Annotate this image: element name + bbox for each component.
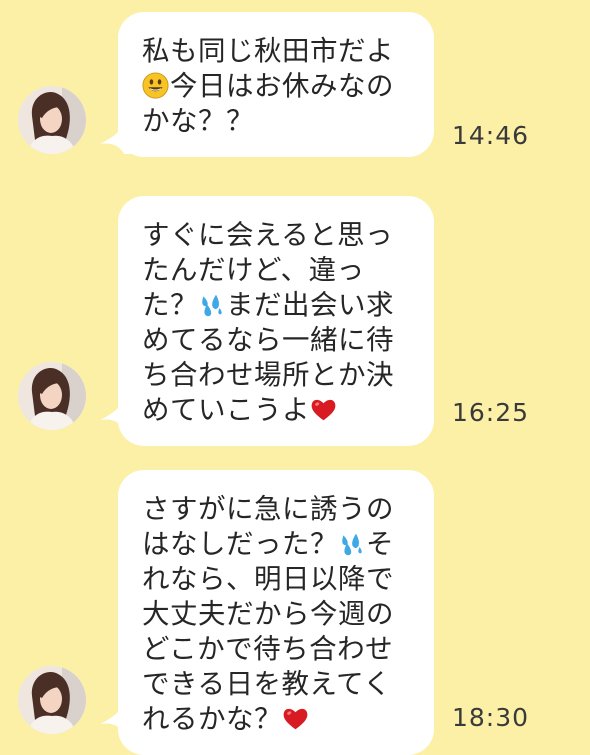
message-text-segment: た？ xyxy=(142,289,198,321)
message-line: たんだけど、違っ xyxy=(142,253,416,288)
message-line: 私も同じ秋田市だよ xyxy=(142,34,416,69)
message-text-segment: どこかで待ち合わせ xyxy=(142,633,394,665)
message-line: めていこうよ xyxy=(142,393,416,428)
message-text-segment: 今日はお休みなの xyxy=(170,70,394,102)
grinning-face-icon xyxy=(142,72,169,99)
message-text: さすがに急に誘うの はなしだった？ それなら、明日以降で 大丈夫だから今週の どこかで待… xyxy=(142,492,416,737)
message-text-segment: できる日を教えてく xyxy=(142,668,392,700)
message-line: はなしだった？ そ xyxy=(142,527,416,562)
sweat-droplets-icon xyxy=(338,530,365,557)
message-line: 大丈夫だから今週の xyxy=(142,597,416,632)
message-text-segment: れなら、明日以降で xyxy=(142,563,394,595)
avatar[interactable] xyxy=(18,362,86,430)
message-text-segment: すぐに会えると思っ xyxy=(142,219,394,251)
message-text-segment: そ xyxy=(366,528,394,560)
sweat-droplets-icon xyxy=(198,291,225,318)
message-text-segment: ち合わせ場所とか決 xyxy=(142,359,394,391)
chat-view: 私も同じ秋田市だよ 今日はお休みなの かな？？ 14:46 すぐに会えると思っ たんだ… xyxy=(0,0,590,755)
message-timestamp: 18:30 xyxy=(452,703,530,732)
message-text-segment: 私も同じ秋田市だよ xyxy=(142,35,394,67)
red-heart-icon xyxy=(310,396,337,423)
message-line: できる日を教えてく xyxy=(142,667,416,702)
message-line: 今日はお休みなの xyxy=(142,69,416,104)
message-text-segment: たんだけど、違っ xyxy=(142,254,365,286)
message-bubble[interactable]: 私も同じ秋田市だよ 今日はお休みなの かな？？ xyxy=(118,12,434,157)
message-bubble[interactable]: さすがに急に誘うの はなしだった？ それなら、明日以降で 大丈夫だから今週の どこかで待… xyxy=(118,470,434,755)
message-text-segment: めてるなら一緒に待 xyxy=(142,324,394,356)
message-line: た？ まだ出会い求 xyxy=(142,288,416,323)
message-text-segment: まだ出会い求 xyxy=(226,289,394,321)
message-line: ち合わせ場所とか決 xyxy=(142,358,416,393)
message-line: れるかな？ xyxy=(142,702,416,737)
red-heart-icon xyxy=(282,705,309,732)
message-text: すぐに会えると思っ たんだけど、違っ た？ まだ出会い求 めてるなら一緒に待 ち合わせ場所… xyxy=(142,218,416,428)
message-timestamp: 14:46 xyxy=(452,121,530,150)
message-text-segment: かな？？ xyxy=(142,105,254,137)
message-timestamp: 16:25 xyxy=(452,398,530,427)
avatar[interactable] xyxy=(18,86,86,154)
message-text-segment: 大丈夫だから今週の xyxy=(142,598,394,630)
message-bubble[interactable]: すぐに会えると思っ たんだけど、違っ た？ まだ出会い求 めてるなら一緒に待 ち合わせ場所… xyxy=(118,196,434,446)
message-line: れなら、明日以降で xyxy=(142,562,416,597)
message-line: かな？？ xyxy=(142,104,416,139)
message-line: すぐに会えると思っ xyxy=(142,218,416,253)
message-line: めてるなら一緒に待 xyxy=(142,323,416,358)
message-text-segment: めていこうよ xyxy=(142,394,310,426)
message-text-segment: れるかな？ xyxy=(142,703,282,735)
message-text: 私も同じ秋田市だよ 今日はお休みなの かな？？ xyxy=(142,34,416,139)
message-line: さすがに急に誘うの xyxy=(142,492,416,527)
message-line: どこかで待ち合わせ xyxy=(142,632,416,667)
message-text-segment: はなしだった？ xyxy=(142,528,338,560)
avatar[interactable] xyxy=(18,666,86,734)
message-text-segment: さすがに急に誘うの xyxy=(142,493,394,525)
